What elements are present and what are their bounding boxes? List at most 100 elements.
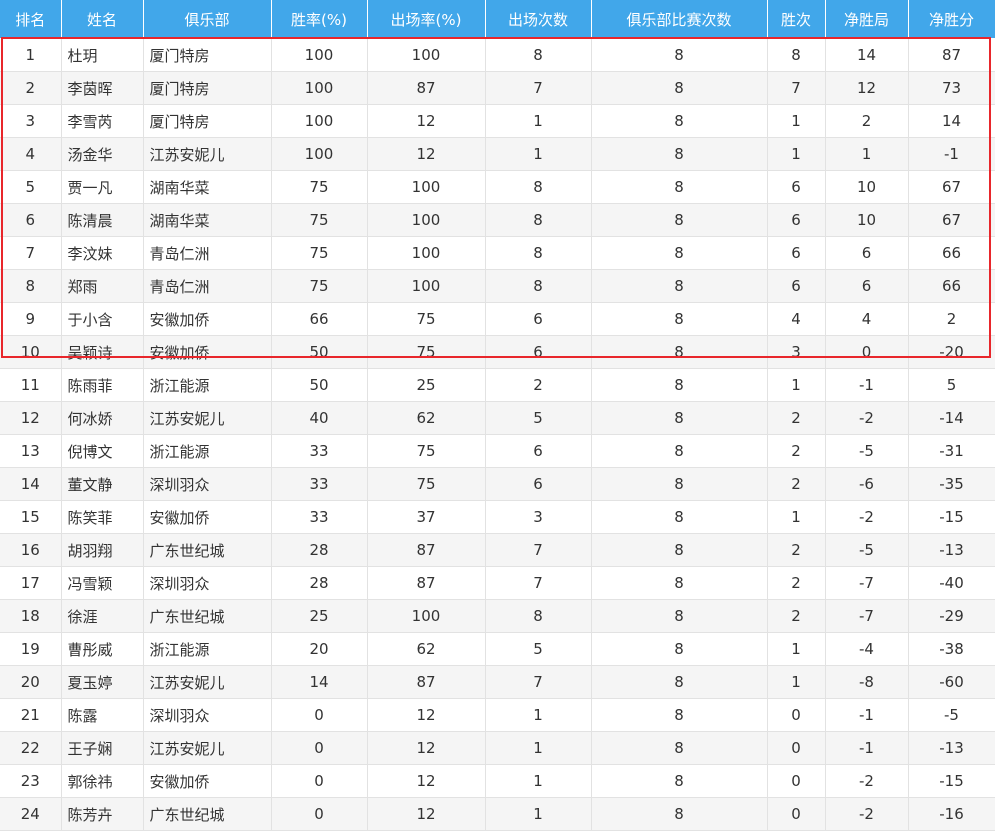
- table-row[interactable]: 2 李茵晖 厦门特房 100 87 7 8 7 12 73: [0, 71, 995, 105]
- table-row[interactable]: 1 杜玥 厦门特房 100 100 8 8 8 14 87: [0, 38, 995, 72]
- table-row[interactable]: 24 陈芳卉 广东世纪城 0 12 1 8 0 -2 -16: [0, 797, 995, 831]
- club-cell: 广东世纪城: [143, 797, 272, 831]
- rank-cell: 21: [0, 698, 62, 732]
- table-row[interactable]: 4 汤金华 江苏安妮儿 100 12 1 8 1 1 -1: [0, 137, 995, 171]
- club-cell: 湖南华菜: [143, 170, 272, 204]
- table-row[interactable]: 5 贾一凡 湖南华菜 75 100 8 8 6 10 67: [0, 170, 995, 204]
- rank-cell: 23: [0, 764, 62, 798]
- wins-cell: 1: [767, 665, 826, 699]
- table-row[interactable]: 11 陈雨菲 浙江能源 50 25 2 8 1 -1 5: [0, 368, 995, 402]
- table-row[interactable]: 21 陈露 深圳羽众 0 12 1 8 0 -1 -5: [0, 698, 995, 732]
- appearances-cell: 1: [485, 797, 592, 831]
- table-row[interactable]: 12 何冰娇 江苏安妮儿 40 62 5 8 2 -2 -14: [0, 401, 995, 435]
- table-row[interactable]: 23 郭徐祎 安徽加侨 0 12 1 8 0 -2 -15: [0, 764, 995, 798]
- net-points-cell: 5: [908, 368, 995, 402]
- win-rate-cell: 0: [271, 797, 368, 831]
- table-row[interactable]: 13 倪博文 浙江能源 33 75 6 8 2 -5 -31: [0, 434, 995, 468]
- rank-cell: 7: [0, 236, 62, 270]
- table-row[interactable]: 3 李雪芮 厦门特房 100 12 1 8 1 2 14: [0, 104, 995, 138]
- header-net-points[interactable]: 净胜分: [908, 0, 995, 39]
- rank-cell: 5: [0, 170, 62, 204]
- net-points-cell: 66: [908, 269, 995, 303]
- club-matches-cell: 8: [591, 434, 768, 468]
- net-points-cell: 73: [908, 71, 995, 105]
- net-games-cell: -5: [825, 434, 909, 468]
- rank-cell: 17: [0, 566, 62, 600]
- wins-cell: 6: [767, 170, 826, 204]
- club-cell: 安徽加侨: [143, 764, 272, 798]
- club-cell: 湖南华菜: [143, 203, 272, 237]
- rank-cell: 2: [0, 71, 62, 105]
- net-points-cell: -31: [908, 434, 995, 468]
- header-net-games[interactable]: 净胜局: [825, 0, 909, 39]
- appearances-cell: 8: [485, 599, 592, 633]
- appearances-cell: 1: [485, 731, 592, 765]
- win-rate-cell: 75: [271, 236, 368, 270]
- table-row[interactable]: 18 徐涯 广东世纪城 25 100 8 8 2 -7 -29: [0, 599, 995, 633]
- appearances-cell: 7: [485, 665, 592, 699]
- appearances-cell: 6: [485, 335, 592, 369]
- name-cell: 郑雨: [61, 269, 144, 303]
- club-cell: 青岛仁洲: [143, 236, 272, 270]
- appearance-rate-cell: 25: [367, 368, 486, 402]
- wins-cell: 1: [767, 632, 826, 666]
- net-points-cell: -38: [908, 632, 995, 666]
- club-matches-cell: 8: [591, 368, 768, 402]
- header-name[interactable]: 姓名: [61, 0, 144, 39]
- net-points-cell: -40: [908, 566, 995, 600]
- name-cell: 冯雪颖: [61, 566, 144, 600]
- club-matches-cell: 8: [591, 269, 768, 303]
- net-games-cell: 14: [825, 38, 909, 72]
- header-rank[interactable]: 排名: [0, 0, 62, 39]
- table-row[interactable]: 9 于小含 安徽加侨 66 75 6 8 4 4 2: [0, 302, 995, 336]
- name-cell: 汤金华: [61, 137, 144, 171]
- club-cell: 深圳羽众: [143, 467, 272, 501]
- appearances-cell: 8: [485, 170, 592, 204]
- table-row[interactable]: 22 王子娴 江苏安妮儿 0 12 1 8 0 -1 -13: [0, 731, 995, 765]
- table-row[interactable]: 7 李汶妹 青岛仁洲 75 100 8 8 6 6 66: [0, 236, 995, 270]
- header-win-rate[interactable]: 胜率(%): [271, 0, 368, 39]
- table-row[interactable]: 8 郑雨 青岛仁洲 75 100 8 8 6 6 66: [0, 269, 995, 303]
- name-cell: 倪博文: [61, 434, 144, 468]
- table-row[interactable]: 19 曹彤威 浙江能源 20 62 5 8 1 -4 -38: [0, 632, 995, 666]
- header-club-matches[interactable]: 俱乐部比赛次数: [591, 0, 768, 39]
- net-games-cell: 2: [825, 104, 909, 138]
- wins-cell: 6: [767, 236, 826, 270]
- club-cell: 青岛仁洲: [143, 269, 272, 303]
- win-rate-cell: 75: [271, 170, 368, 204]
- table-row[interactable]: 15 陈笑菲 安徽加侨 33 37 3 8 1 -2 -15: [0, 500, 995, 534]
- wins-cell: 3: [767, 335, 826, 369]
- club-matches-cell: 8: [591, 104, 768, 138]
- header-appearance-rate[interactable]: 出场率(%): [367, 0, 486, 39]
- appearance-rate-cell: 87: [367, 665, 486, 699]
- net-points-cell: -29: [908, 599, 995, 633]
- header-appearances[interactable]: 出场次数: [485, 0, 592, 39]
- net-points-cell: -13: [908, 731, 995, 765]
- table-row[interactable]: 6 陈清晨 湖南华菜 75 100 8 8 6 10 67: [0, 203, 995, 237]
- wins-cell: 6: [767, 203, 826, 237]
- header-club[interactable]: 俱乐部: [143, 0, 272, 39]
- net-games-cell: 12: [825, 71, 909, 105]
- appearance-rate-cell: 100: [367, 170, 486, 204]
- win-rate-cell: 50: [271, 368, 368, 402]
- table-row[interactable]: 16 胡羽翔 广东世纪城 28 87 7 8 2 -5 -13: [0, 533, 995, 567]
- wins-cell: 1: [767, 368, 826, 402]
- table-row[interactable]: 20 夏玉婷 江苏安妮儿 14 87 7 8 1 -8 -60: [0, 665, 995, 699]
- net-games-cell: 10: [825, 203, 909, 237]
- table-row[interactable]: 17 冯雪颖 深圳羽众 28 87 7 8 2 -7 -40: [0, 566, 995, 600]
- net-points-cell: -16: [908, 797, 995, 831]
- header-wins[interactable]: 胜次: [767, 0, 826, 39]
- club-matches-cell: 8: [591, 764, 768, 798]
- win-rate-cell: 75: [271, 203, 368, 237]
- table-row[interactable]: 14 董文静 深圳羽众 33 75 6 8 2 -6 -35: [0, 467, 995, 501]
- appearance-rate-cell: 12: [367, 731, 486, 765]
- table-row[interactable]: 10 吴颖诗 安徽加侨 50 75 6 8 3 0 -20: [0, 335, 995, 369]
- rank-cell: 8: [0, 269, 62, 303]
- wins-cell: 2: [767, 566, 826, 600]
- appearance-rate-cell: 75: [367, 467, 486, 501]
- appearance-rate-cell: 100: [367, 269, 486, 303]
- appearance-rate-cell: 75: [367, 302, 486, 336]
- appearance-rate-cell: 12: [367, 698, 486, 732]
- rank-cell: 1: [0, 38, 62, 72]
- wins-cell: 0: [767, 698, 826, 732]
